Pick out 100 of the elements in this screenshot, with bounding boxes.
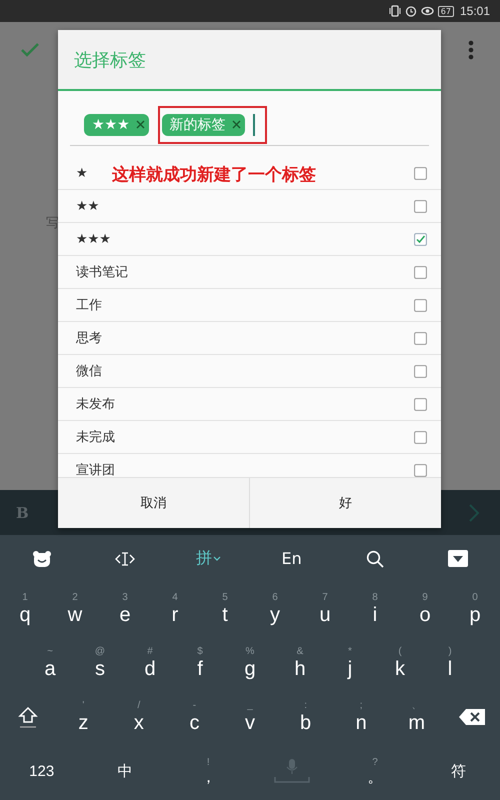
shift-icon[interactable] bbox=[16, 706, 39, 728]
checkbox[interactable] bbox=[414, 464, 427, 476]
keyboard-key[interactable]: ! ， bbox=[200, 758, 216, 784]
key-hint: 2 bbox=[72, 593, 78, 605]
tag-label: ★ bbox=[76, 166, 88, 180]
keyboard-key[interactable]: & h bbox=[294, 647, 306, 679]
keyboard-key[interactable]: 9 o bbox=[419, 593, 431, 625]
alarm-icon bbox=[404, 5, 417, 17]
keyboard-key[interactable]: 7 u bbox=[319, 593, 331, 625]
keyboard-key[interactable]: 中 bbox=[117, 764, 132, 778]
check-icon[interactable] bbox=[20, 42, 40, 58]
tag-list-item[interactable]: ★★ bbox=[58, 190, 441, 223]
eye-icon bbox=[420, 5, 434, 17]
keyboard-key[interactable]: 2 w bbox=[68, 593, 82, 625]
caret-icon bbox=[212, 556, 221, 561]
checkbox[interactable] bbox=[414, 364, 427, 378]
input-mode-tab[interactable]: En bbox=[282, 549, 302, 568]
checkbox[interactable] bbox=[414, 430, 427, 444]
key-hint: ( bbox=[398, 647, 402, 659]
space-bar-icon[interactable] bbox=[272, 757, 311, 785]
keyboard-key[interactable]: ; n bbox=[356, 701, 367, 733]
tag-list-item[interactable]: 微信 bbox=[58, 355, 441, 388]
keyboard-hide-icon[interactable] bbox=[448, 550, 468, 567]
search-icon[interactable] bbox=[366, 550, 384, 568]
keyboard-key[interactable]: / x bbox=[134, 701, 144, 733]
key-hint: _ bbox=[247, 701, 253, 713]
input-mode-tab[interactable]: 拼 bbox=[196, 548, 221, 569]
checkbox[interactable] bbox=[414, 200, 427, 212]
keyboard-key[interactable]: 符 bbox=[450, 764, 466, 778]
tag-list-item[interactable]: 未完成 bbox=[58, 421, 441, 454]
key-label: q bbox=[19, 605, 31, 625]
checkbox[interactable] bbox=[414, 266, 427, 278]
key-hint: $ bbox=[197, 647, 203, 659]
key-label: f bbox=[197, 659, 203, 679]
keyboard-key[interactable]: $ f bbox=[197, 647, 203, 679]
key-label: g bbox=[244, 659, 256, 679]
tag-list-item[interactable]: 读书笔记 bbox=[58, 256, 441, 289]
checkbox[interactable] bbox=[414, 332, 427, 344]
keyboard-key[interactable]: @ s bbox=[94, 647, 106, 679]
close-icon[interactable] bbox=[232, 120, 241, 129]
key-label: y bbox=[270, 605, 280, 625]
checkbox[interactable] bbox=[414, 166, 427, 180]
keyboard-key[interactable]: 8 i bbox=[372, 593, 378, 625]
keyboard-key[interactable]: ) l bbox=[448, 647, 452, 679]
keyboard-key[interactable]: * j bbox=[348, 647, 352, 679]
key-hint: 6 bbox=[272, 593, 278, 605]
key-hint: : bbox=[304, 701, 307, 713]
keyboard-key[interactable]: ' z bbox=[78, 701, 88, 733]
checkbox[interactable] bbox=[414, 232, 427, 246]
keyboard-key[interactable]: _ v bbox=[245, 701, 256, 733]
keyboard-key[interactable]: - c bbox=[189, 701, 200, 733]
key-label: u bbox=[319, 605, 331, 625]
keyboard-key[interactable]: 1 q bbox=[19, 593, 31, 625]
key-label: 。 bbox=[367, 770, 382, 784]
key-label: b bbox=[300, 713, 312, 733]
keyboard-key[interactable]: # d bbox=[144, 647, 156, 679]
tag-label: 工作 bbox=[76, 297, 102, 314]
key-label: j bbox=[348, 659, 352, 679]
keyboard-key[interactable]: 5 t bbox=[222, 593, 228, 625]
tag-list-item[interactable]: 思考 bbox=[58, 322, 441, 355]
keyboard-key[interactable]: 3 e bbox=[119, 593, 131, 625]
keyboard-key[interactable]: ? 。 bbox=[367, 758, 382, 784]
key-hint: ; bbox=[360, 701, 363, 713]
keyboard-key[interactable]: 4 r bbox=[172, 593, 178, 625]
key-hint: @ bbox=[94, 647, 106, 659]
chevron-right-icon[interactable] bbox=[468, 502, 480, 522]
key-label: d bbox=[144, 659, 156, 679]
key-hint: 4 bbox=[172, 593, 178, 605]
text-cursor bbox=[252, 114, 255, 136]
keyboard-key[interactable]: 123 bbox=[29, 764, 54, 778]
key-label: w bbox=[68, 605, 82, 625]
checkbox[interactable] bbox=[414, 298, 427, 312]
key-hint: % bbox=[246, 647, 254, 659]
tag-list-item[interactable]: ★★★ bbox=[58, 223, 441, 256]
checkbox[interactable] bbox=[414, 398, 427, 410]
keyboard-key[interactable]: ~ a bbox=[44, 647, 56, 679]
tag-label: ★★★ bbox=[76, 232, 111, 246]
key-hint: ? bbox=[372, 758, 378, 770]
keyboard-key[interactable]: 6 y bbox=[270, 593, 280, 625]
text-cursor-icon[interactable] bbox=[114, 550, 135, 566]
keyboard-key[interactable]: % g bbox=[244, 647, 256, 679]
key-hint: ) bbox=[448, 647, 452, 659]
battery-level: 67 bbox=[438, 6, 454, 16]
tag-list-item[interactable]: 工作 bbox=[58, 289, 441, 322]
tag-list-item[interactable]: 未发布 bbox=[58, 388, 441, 421]
chip-label: ★★★ bbox=[92, 116, 130, 132]
close-icon[interactable] bbox=[136, 120, 145, 129]
key-label: m bbox=[408, 713, 426, 733]
backspace-icon[interactable] bbox=[459, 709, 486, 725]
key-label: t bbox=[222, 605, 228, 625]
keyboard-key[interactable]: 、 m bbox=[408, 701, 426, 733]
annotation-text: 这样就成功新建了一个标签 bbox=[112, 164, 316, 186]
keyboard-key[interactable]: : b bbox=[300, 701, 312, 733]
dialog-title: 选择标签 bbox=[58, 30, 441, 91]
bear-logo-icon[interactable] bbox=[32, 550, 52, 568]
keyboard-key[interactable]: ( k bbox=[395, 647, 405, 679]
key-label: x bbox=[134, 713, 144, 733]
menu-icon[interactable] bbox=[468, 40, 474, 60]
keyboard-key[interactable]: 0 p bbox=[469, 593, 481, 625]
key-hint: 8 bbox=[372, 593, 378, 605]
